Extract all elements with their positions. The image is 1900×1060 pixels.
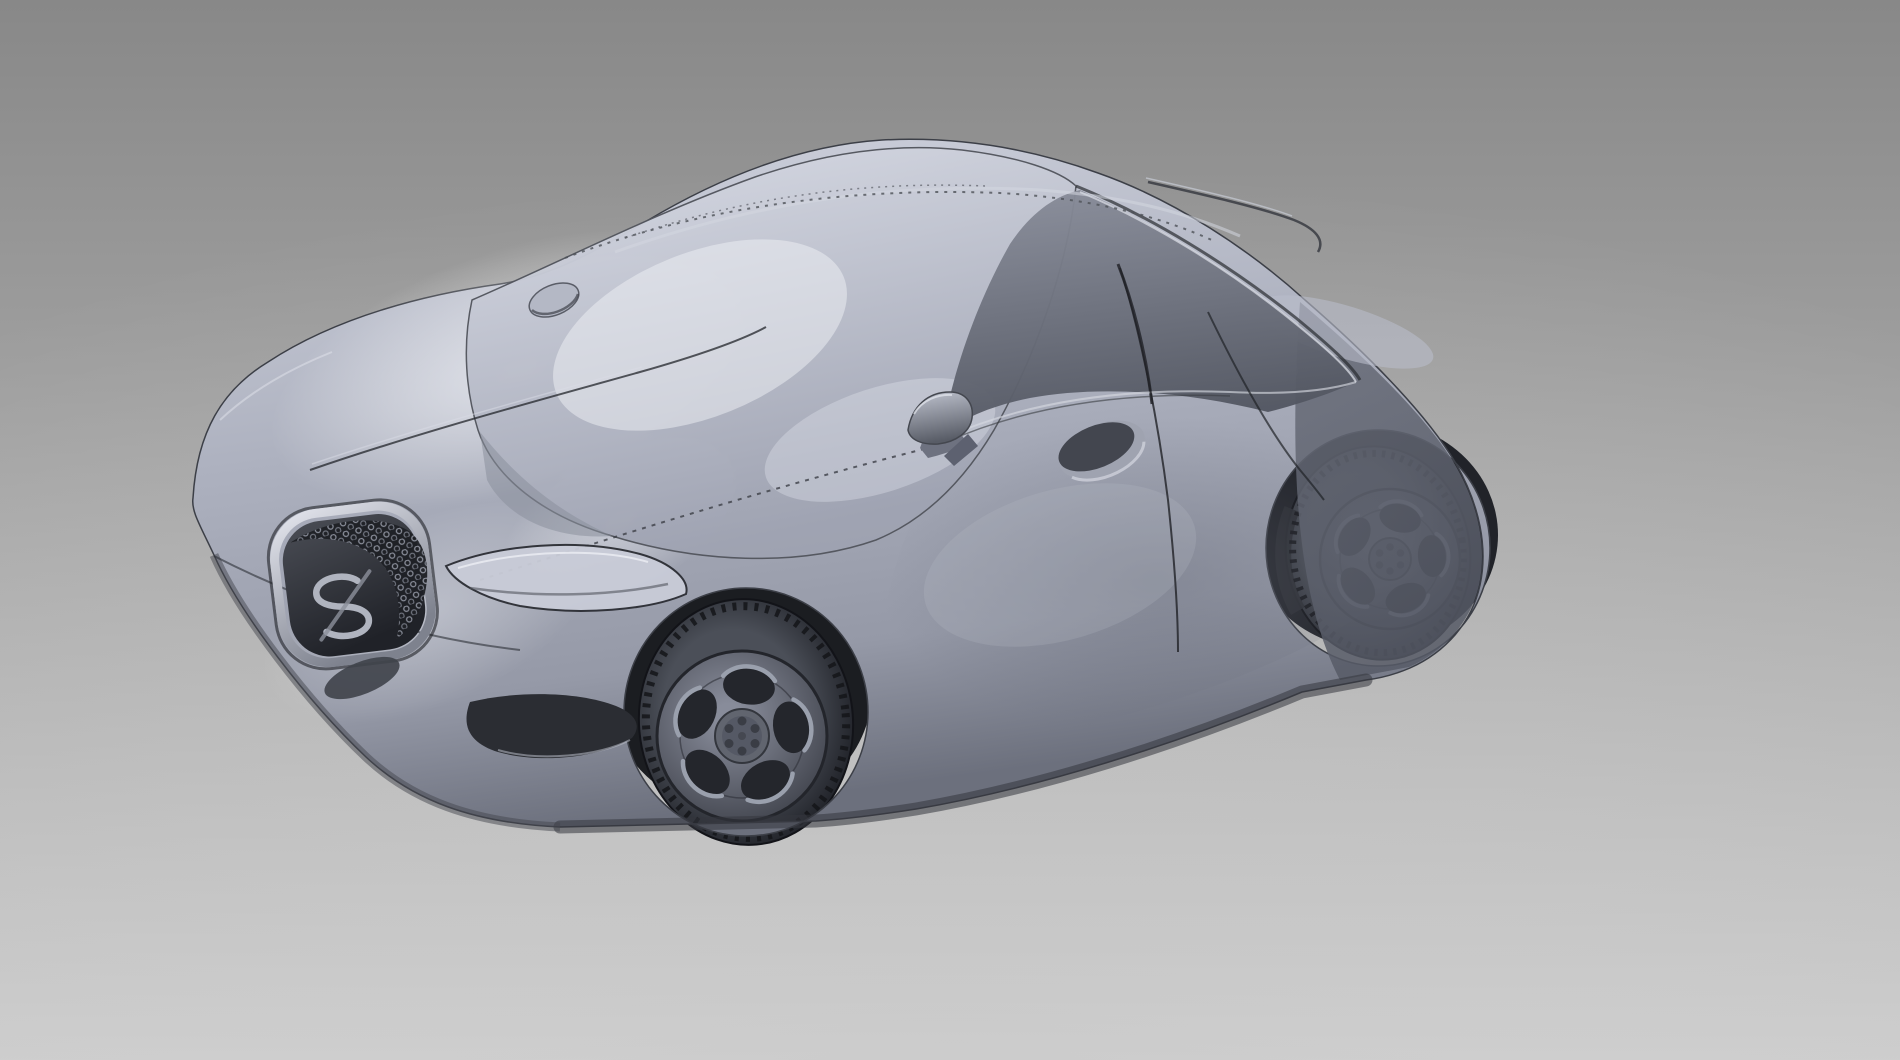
viewport-3d[interactable]: [0, 0, 1900, 1060]
front-rim: [657, 651, 827, 821]
cad-viewport-stage: [0, 0, 1900, 1060]
front-grille: [263, 494, 444, 675]
